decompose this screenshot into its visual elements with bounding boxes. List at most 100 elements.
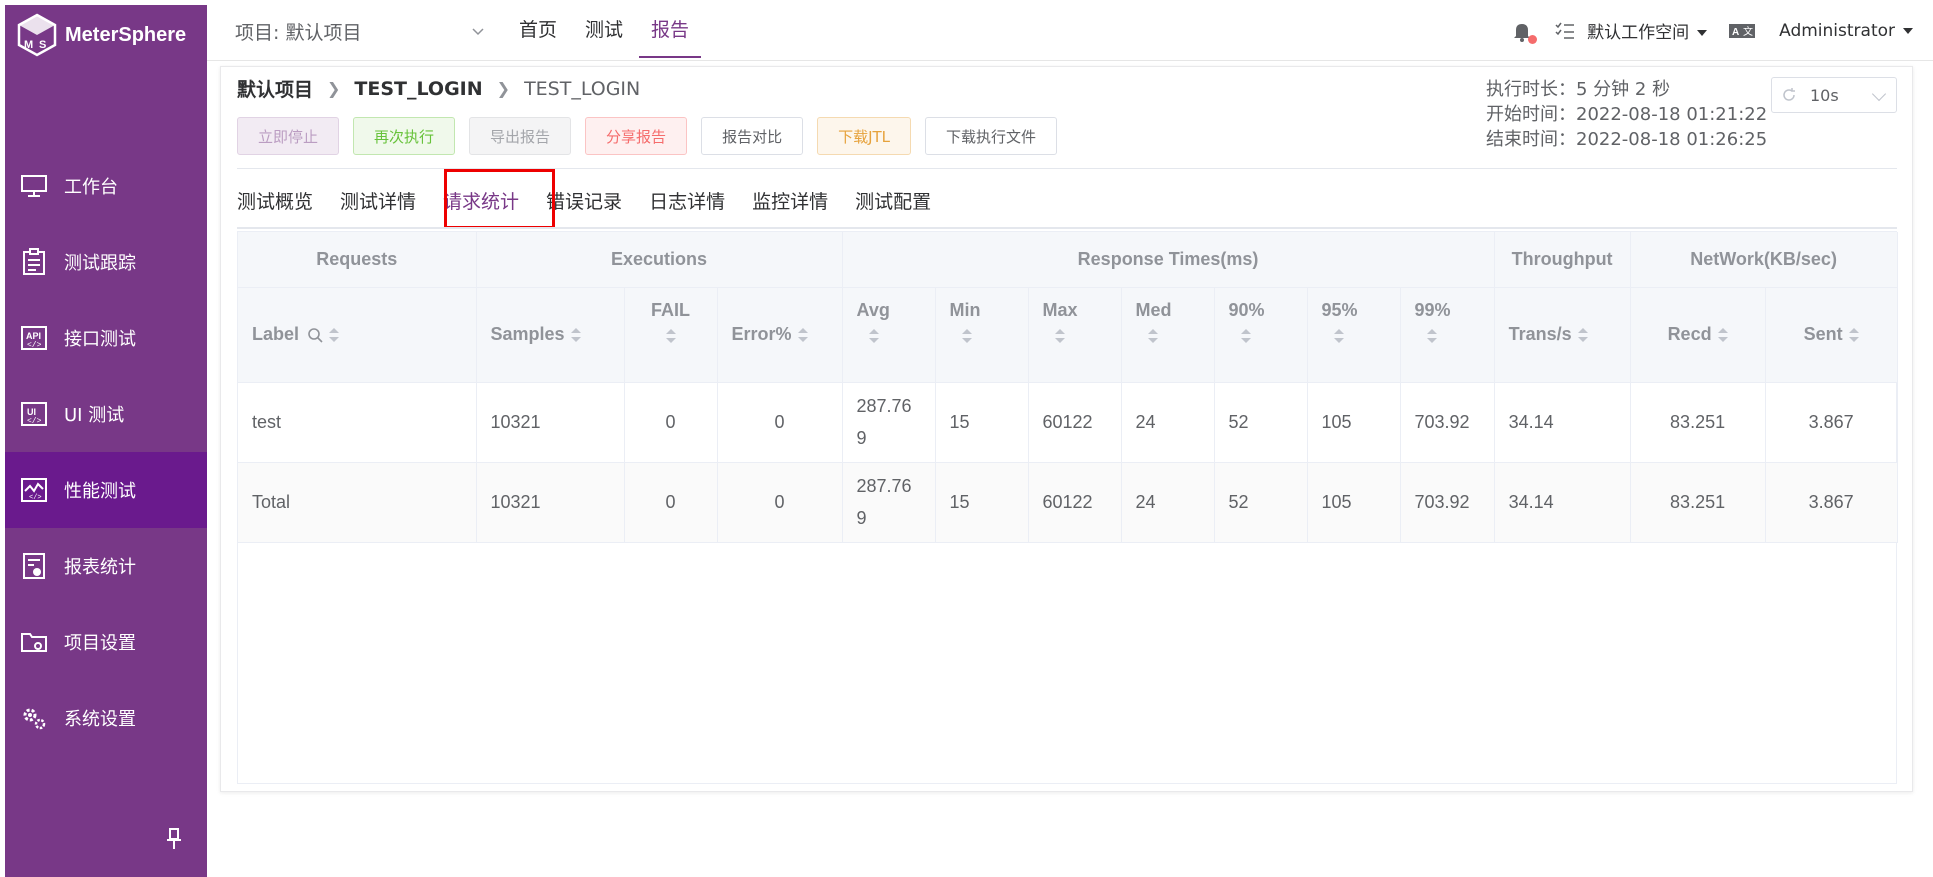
col-trans[interactable]: Trans/s (1494, 287, 1631, 383)
cell-med: 24 (1121, 382, 1215, 463)
cell-samples: 10321 (476, 382, 625, 463)
col-max-text: Max (1042, 299, 1078, 320)
cell-p99: 703.92 (1400, 382, 1495, 463)
sidebar-item-api-test[interactable]: API </> 接口测试 (5, 300, 207, 376)
sort-icon[interactable] (1426, 328, 1437, 343)
stop-button[interactable]: 立即停止 (237, 117, 340, 155)
menu-report[interactable]: 报告 (639, 0, 702, 58)
performance-chart-icon: </> (20, 476, 48, 504)
sidebar-item-ui-test[interactable]: UI </> UI 测试 (5, 376, 207, 452)
task-list-icon[interactable] (1555, 22, 1575, 40)
refresh-interval-select[interactable]: 10s (1771, 77, 1897, 113)
sidebar-item-system-settings[interactable]: 系统设置 (5, 680, 207, 756)
col-recd[interactable]: Recd (1630, 287, 1766, 383)
user-name: Administrator (1779, 20, 1895, 41)
cell-label: Total (238, 462, 477, 543)
tab-monitor-details[interactable]: 监控详情 (752, 181, 828, 223)
sort-icon[interactable] (1333, 328, 1344, 343)
menu-test[interactable]: 测试 (573, 0, 635, 58)
cell-med: 24 (1121, 462, 1215, 543)
col-p95[interactable]: 95% (1307, 287, 1401, 383)
svg-text:M: M (24, 39, 33, 51)
sort-icon[interactable] (1848, 328, 1859, 343)
col-p90[interactable]: 90% (1214, 287, 1308, 383)
logo[interactable]: M S MeterSphere (15, 11, 186, 59)
sidebar-item-project-settings[interactable]: 项目设置 (5, 604, 207, 680)
run-end-time: 结束时间：2022-08-18 01:26:25 (1486, 129, 1768, 150)
caret-down-icon (1697, 30, 1708, 36)
sort-icon[interactable] (570, 328, 581, 343)
sidebar-item-test-track[interactable]: 测试跟踪 (5, 224, 207, 300)
pin-icon[interactable] (165, 827, 183, 851)
tab-details[interactable]: 测试详情 (340, 181, 416, 223)
tab-test-config[interactable]: 测试配置 (855, 181, 931, 223)
sort-icon[interactable] (1147, 328, 1158, 343)
cell-max: 60122 (1028, 382, 1122, 463)
sidebar-item-workbench[interactable]: 工作台 (5, 148, 207, 224)
col-samples[interactable]: Samples (476, 287, 625, 383)
col-label[interactable]: Label (238, 287, 477, 383)
search-icon[interactable] (307, 327, 323, 343)
cell-fail: 0 (624, 462, 718, 543)
col-sent-text: Sent (1803, 324, 1843, 344)
sort-icon[interactable] (1054, 328, 1065, 343)
cell-samples: 10321 (476, 462, 625, 543)
export-report-button[interactable]: 导出报告 (469, 117, 572, 155)
sort-icon[interactable] (665, 328, 676, 343)
sort-icon[interactable] (1577, 328, 1588, 343)
tab-overview[interactable]: 测试概览 (237, 181, 313, 223)
col-med[interactable]: Med (1121, 287, 1215, 383)
project-select[interactable]: 项目: 默认项目 (235, 18, 485, 45)
col-p99-text: 99% (1414, 299, 1451, 320)
cell-recd: 83.251 (1630, 462, 1766, 543)
tabs-underline (237, 227, 1897, 229)
compare-report-button[interactable]: 报告对比 (701, 117, 804, 155)
sidebar-item-performance-test[interactable]: </> 性能测试 (5, 452, 207, 528)
download-files-button[interactable]: 下载执行文件 (925, 117, 1058, 155)
col-p99[interactable]: 99% (1400, 287, 1495, 383)
svg-text:UI: UI (27, 407, 36, 417)
chevron-right-icon: ❯ (327, 79, 341, 98)
breadcrumb-project[interactable]: 默认项目 (237, 75, 313, 102)
col-max[interactable]: Max (1028, 287, 1122, 383)
sidebar-item-label: 测试跟踪 (64, 253, 136, 274)
tab-error-records[interactable]: 错误记录 (546, 181, 622, 223)
top-menu: 首页 测试 报告 (507, 0, 705, 58)
col-p95-text: 95% (1321, 299, 1358, 320)
refresh-interval-value: 10s (1810, 85, 1839, 105)
breadcrumb: 默认项目 ❯ TEST_LOGIN ❯ TEST_LOGIN (237, 75, 640, 102)
sort-icon[interactable] (868, 328, 879, 343)
language-icon[interactable]: A文 (1729, 23, 1756, 39)
breadcrumb-test[interactable]: TEST_LOGIN (354, 78, 482, 100)
col-p90-text: 90% (1228, 299, 1265, 320)
notification-bell-icon[interactable] (1511, 20, 1538, 44)
sort-icon[interactable] (797, 328, 808, 343)
sort-icon[interactable] (1240, 328, 1251, 343)
col-avg[interactable]: Avg (842, 287, 936, 383)
cell-p99: 703.92 (1400, 462, 1495, 543)
run-info: 执行时长：5 分钟 2 秒 开始时间：2022-08-18 01:21:22 结… (1486, 77, 1767, 152)
sidebar-item-label: 接口测试 (64, 329, 136, 350)
download-jtl-button[interactable]: 下载JTL (817, 117, 912, 155)
rerun-button[interactable]: 再次执行 (353, 117, 456, 155)
col-fail-text: FAIL (651, 299, 690, 320)
tab-log-details[interactable]: 日志详情 (649, 181, 725, 223)
group-throughput: Throughput (1494, 232, 1631, 288)
sort-icon[interactable] (961, 328, 972, 343)
col-fail[interactable]: FAIL (624, 287, 718, 383)
sort-icon[interactable] (1717, 328, 1728, 343)
menu-home[interactable]: 首页 (507, 0, 569, 58)
user-menu[interactable]: Administrator (1779, 21, 1913, 41)
report-tabs: 测试概览 测试详情 请求统计 错误记录 日志详情 监控详情 测试配置 (237, 169, 958, 229)
workspace-select[interactable]: 默认工作空间 (1587, 18, 1708, 43)
sidebar-item-report-statistics[interactable]: 报表统计 (5, 528, 207, 604)
active-tab-highlight-box (444, 169, 555, 229)
col-min[interactable]: Min (935, 287, 1029, 383)
share-report-button[interactable]: 分享报告 (585, 117, 688, 155)
col-error[interactable]: Error% (717, 287, 843, 383)
header-right: 默认工作空间 A文 Administrator (1511, 18, 1913, 44)
group-executions: Executions (476, 232, 843, 288)
col-sent[interactable]: Sent (1765, 287, 1898, 383)
sort-icon[interactable] (329, 328, 340, 343)
cell-avg-line2: 9 (856, 508, 867, 528)
